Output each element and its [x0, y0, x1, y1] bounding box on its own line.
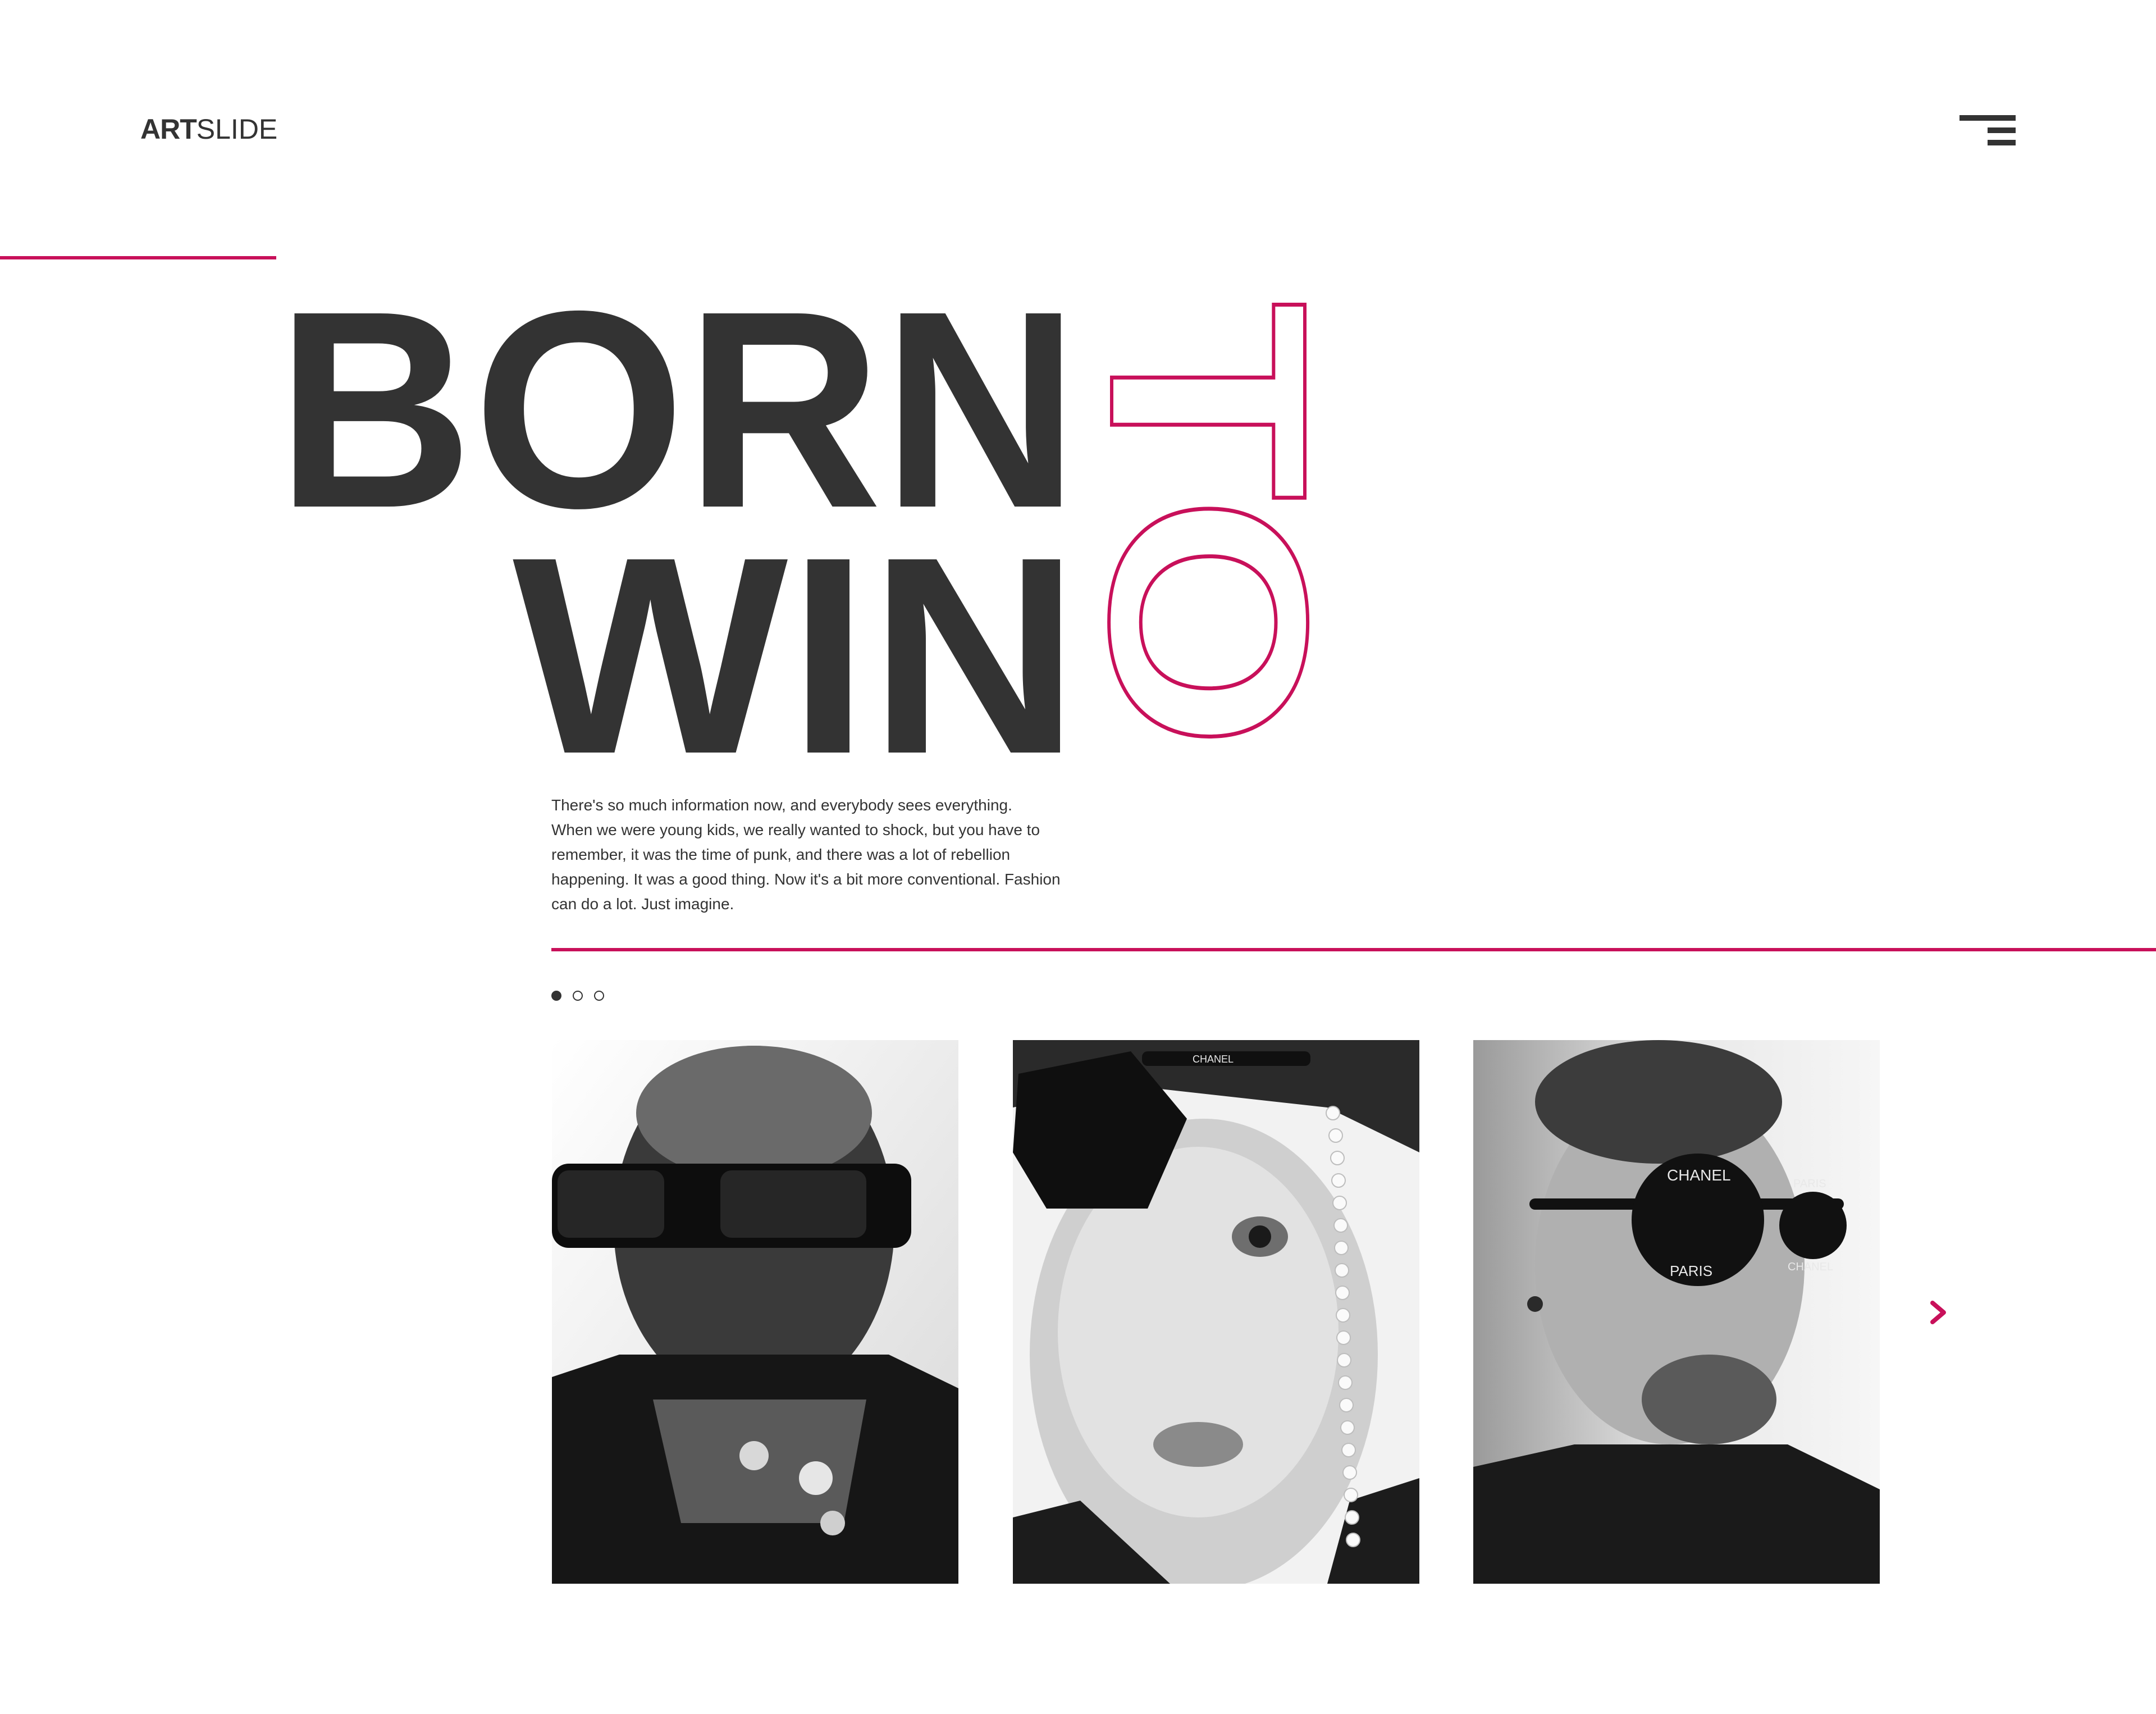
- slide-card-3[interactable]: CHANEL PARIS PARIS CHANEL: [1473, 1040, 1880, 1584]
- sunglasses-brand-text: CHANEL: [1788, 1261, 1833, 1273]
- slide-card-2[interactable]: CHANEL: [1013, 1040, 1419, 1584]
- brand-logo-strong: ART: [140, 113, 197, 145]
- slide-card-1[interactable]: [552, 1040, 958, 1584]
- man-round-sunglasses-photo: CHANEL PARIS PARIS CHANEL: [1473, 1040, 1880, 1584]
- slider-pagination: [551, 991, 604, 1001]
- intro-line: can do a lot. Just imagine.: [551, 895, 734, 913]
- brand-logo[interactable]: ARTSLIDE: [140, 112, 277, 146]
- brand-logo-light: SLIDE: [196, 113, 278, 145]
- accent-line-divider: [551, 948, 2156, 951]
- sunglasses-brand-text: CHANEL: [1193, 1054, 1234, 1065]
- intro-line: happening. It was a good thing. Now it's…: [551, 870, 1061, 888]
- sunglasses-brand-text: CHANEL: [1667, 1166, 1731, 1184]
- man-square-sunglasses-photo: [552, 1040, 958, 1584]
- hamburger-menu-icon: [1959, 115, 2016, 121]
- intro-line: There's so much information now, and eve…: [551, 796, 1012, 814]
- slider-next-button[interactable]: [1927, 1298, 1949, 1326]
- chevron-right-icon: [1930, 1301, 1946, 1324]
- intro-paragraph: There's so much information now, and eve…: [551, 793, 1102, 917]
- intro-line: When we were young kids, we really wante…: [551, 821, 1040, 838]
- hero-word-born: BORN: [276, 252, 1079, 566]
- hero-word-to-outline: TO: [1052, 301, 1366, 750]
- sunglasses-brand-text: PARIS: [1670, 1262, 1712, 1279]
- intro-line: remember, it was the time of punk, and t…: [551, 846, 1011, 863]
- slider-dot-3[interactable]: [594, 991, 604, 1001]
- slider-dot-1[interactable]: [551, 991, 561, 1001]
- woman-eyepatch-pearls-photo: CHANEL: [1013, 1040, 1419, 1584]
- hero-headline: BORN WIN TO: [276, 252, 1368, 786]
- slider-dot-2[interactable]: [573, 991, 583, 1001]
- sunglasses-brand-text: PARIS: [1793, 1178, 1826, 1190]
- menu-button[interactable]: [1959, 115, 2016, 147]
- hero-word-win: WIN: [513, 498, 1080, 786]
- accent-line-top: [0, 256, 276, 259]
